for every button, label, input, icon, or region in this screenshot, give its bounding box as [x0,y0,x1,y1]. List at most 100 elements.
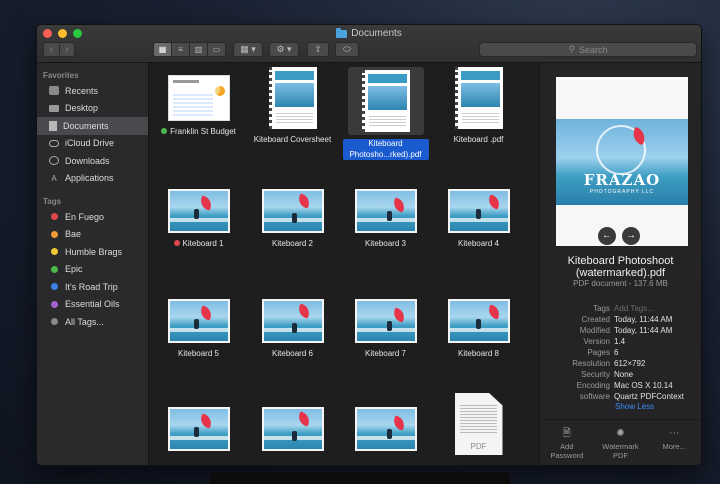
action-label: Watermark PDF [602,442,639,460]
search-field[interactable]: ⚲ Search [479,42,697,57]
group-by-button[interactable]: ▦ ▾ [233,42,263,57]
tag-list: En Fuego Bae Humble Brags Epic It's Road Tri… [37,208,148,331]
file-thumbnail [432,175,525,233]
back-button[interactable]: ‹ [44,44,59,55]
file-item[interactable] [339,393,432,451]
file-label-text: Kiteboard .pdf [453,135,504,144]
sidebar-tag-item[interactable]: Bae [37,226,148,244]
file-item[interactable]: PDF [432,393,525,455]
preview-image: FRAZAO PHOTOGRAPHY LLC ← → [556,77,688,246]
window-title: Documents [37,27,701,39]
sidebar-tag-item[interactable]: It's Road Trip [37,278,148,296]
file-item[interactable]: Kiteboard 7 [339,285,432,361]
metadata-value: Mac OS X 10.14 [614,381,673,390]
add-password-button[interactable]: 🗎 Add Password [545,428,589,465]
file-label-text: Kiteboard 6 [272,349,313,358]
sidebar-tag-item[interactable]: All Tags... [37,313,148,331]
tag-color-dot [50,265,58,273]
file-item[interactable] [246,393,339,451]
file-item[interactable]: Kiteboard 4 [432,175,525,251]
file-item[interactable]: Kiteboard 2 [246,175,339,251]
window-title-text: Documents [351,28,402,39]
downloads-icon [49,156,59,166]
sidebar-item-label: Documents [63,120,109,131]
more-button[interactable]: ⋯ More... [652,428,696,465]
file-item[interactable]: Kiteboard Photosho...rked).pdf [339,67,432,162]
sidebar-item-icloud[interactable]: iCloud Drive [37,135,148,153]
file-label: Kiteboard 4 [456,239,501,250]
sidebar-item-documents[interactable]: Documents [37,117,148,135]
file-label-text: Kiteboard 4 [458,239,499,248]
favorites-header: Favorites [43,71,79,80]
sidebar-tag-label: Essential Oils [65,299,120,310]
sidebar-item-downloads[interactable]: Downloads [37,152,148,170]
gear-icon: ✺ [616,428,625,439]
sidebar-item-label: iCloud Drive [65,138,115,149]
preview-photo: FRAZAO PHOTOGRAPHY LLC [556,119,688,205]
sidebar-item-label: Recents [65,85,99,96]
sidebar-tag-item[interactable]: En Fuego [37,208,148,226]
sidebar-item-desktop[interactable]: Desktop [37,100,148,118]
tag-button[interactable]: ⬭ [335,42,359,57]
metadata-value: Today, 11:44 AM [614,326,673,335]
sidebar-tag-label: It's Road Trip [65,281,118,292]
file-thumbnail [347,67,424,135]
nav-buttons: ‹ › [43,42,75,57]
prev-page-button[interactable]: ← [598,227,616,245]
sidebar-tag-item[interactable]: Epic [37,261,148,279]
share-button[interactable]: ⇧ [307,42,329,57]
file-item[interactable]: Franklin St Budget [152,67,245,139]
file-label-text: Kiteboard 3 [365,239,406,248]
tag-color-dot [173,240,180,246]
forward-button[interactable]: › [58,44,75,55]
file-item[interactable]: Kiteboard Coversheet [246,67,339,147]
metadata-value: Quartz PDFContext [614,392,684,401]
file-item[interactable]: Kiteboard .pdf [432,67,525,147]
action-button[interactable]: ⚙ ▾ [269,42,299,57]
sidebar-tag-item[interactable]: Essential Oils [37,296,148,314]
photo-thumbnail [167,407,230,451]
metadata-value: 612×792 [614,359,646,368]
titlebar: Documents ‹ › ▦ ≡ ▥ ▭ ▦ ▾ ⚙ ▾ ⇧ ⬭ ⚲ Sear… [37,25,701,63]
file-item[interactable] [152,393,245,451]
documents-icon [49,120,57,131]
file-thumbnail [152,393,245,451]
file-thumbnail [339,175,432,233]
file-label-text: Kiteboard 2 [272,239,313,248]
column-view-button[interactable]: ▥ [189,43,207,56]
file-item[interactable]: Kiteboard 5 [152,285,245,361]
metadata-key: Created [581,315,610,324]
list-view-button[interactable]: ≡ [171,43,189,56]
file-item[interactable]: Kiteboard 1 [152,175,245,251]
file-item[interactable]: Kiteboard 8 [432,285,525,361]
file-item[interactable]: Kiteboard 6 [246,285,339,361]
sidebar-tag-item[interactable]: Humble Brags [37,243,148,261]
file-thumbnail [246,67,339,129]
metadata-row: Encoding Mac OS X 10.14 [544,380,697,391]
photo-thumbnail [167,299,230,343]
watermark-pdf-button[interactable]: ✺ Watermark PDF [598,428,642,465]
finder-window: Documents ‹ › ▦ ≡ ▥ ▭ ▦ ▾ ⚙ ▾ ⇧ ⬭ ⚲ Sear… [36,24,702,466]
desktop-icon [49,104,59,112]
metadata-key: Encoding [576,381,610,390]
sidebar-item-recents[interactable]: Recents [37,82,148,100]
sidebar-tag-label: Epic [65,264,83,275]
show-less-link[interactable]: Show Less [615,402,654,411]
file-item[interactable]: Kiteboard 3 [339,175,432,251]
file-label-text: Kiteboard Photosho...rked).pdf [349,139,422,159]
document-thumbnail [454,67,503,129]
metadata-row: Pages 6 [544,347,697,358]
tag-color-dot [50,283,58,291]
file-thumbnail [152,175,245,233]
file-label: Franklin St Budget [159,127,238,138]
gallery-view-button[interactable]: ▭ [207,43,225,56]
tag-color-dot [50,248,58,256]
sidebar-tag-label: En Fuego [65,211,105,222]
add-tags-field[interactable]: Add Tags... [614,303,697,314]
sidebar-item-applications[interactable]: A Applications [37,170,148,188]
tag-icon: ⬭ [343,44,351,54]
folder-icon [336,27,348,38]
icon-view-button[interactable]: ▦ [154,43,171,56]
file-label: Kiteboard 8 [456,349,501,360]
next-page-button[interactable]: → [622,227,640,245]
